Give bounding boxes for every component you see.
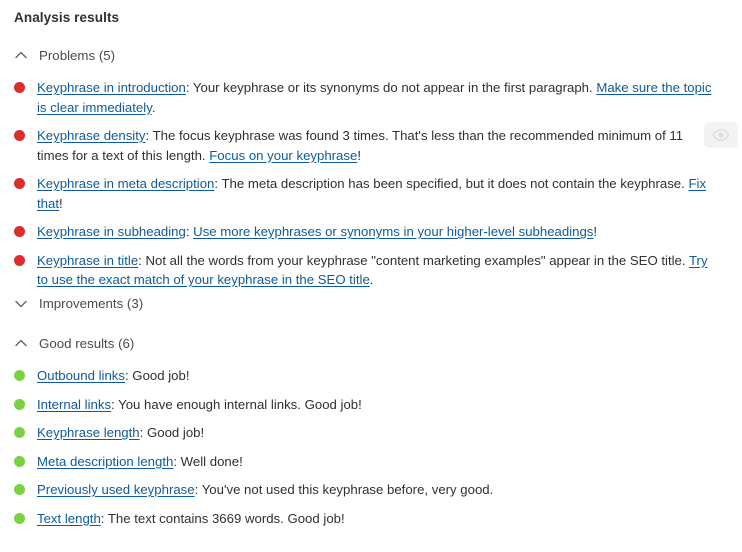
result-text: Outbound links: Good job! <box>37 366 712 386</box>
status-bullet-red <box>14 82 25 93</box>
status-bullet-green <box>14 484 25 495</box>
result-link[interactable]: Keyphrase in title <box>37 253 138 268</box>
list-item: Internal links: You have enough internal… <box>0 395 742 415</box>
section-problems: Problems (5) Keyphrase in introduction: Y… <box>0 45 742 299</box>
list-item: Keyphrase in meta description: The meta … <box>0 174 742 213</box>
list-item: Keyphrase in introduction: Your keyphras… <box>0 78 742 117</box>
results-list-problems: Keyphrase in introduction: Your keyphras… <box>0 78 742 290</box>
chevron-down-icon <box>13 296 29 312</box>
section-label-improvements: Improvements (3) <box>39 295 143 313</box>
status-bullet-green <box>14 427 25 438</box>
result-text: Meta description length: Well done! <box>37 452 712 472</box>
result-text: Internal links: You have enough internal… <box>37 395 712 415</box>
section-label-good-results: Good results (6) <box>39 335 134 353</box>
result-text-fragment: : Your keyphrase or its synonyms do not … <box>186 80 597 95</box>
chevron-up-icon <box>13 48 29 64</box>
result-text-fragment: : The text contains 3669 words. Good job… <box>101 511 345 526</box>
result-link[interactable]: Outbound links <box>37 368 125 383</box>
list-item: Keyphrase density: The focus keyphrase w… <box>0 126 742 165</box>
result-text-fragment: : Good job! <box>125 368 190 383</box>
status-bullet-red <box>14 130 25 141</box>
status-bullet-green <box>14 513 25 524</box>
section-header-improvements[interactable]: Improvements (3) <box>0 293 742 315</box>
result-text: Keyphrase in title: Not all the words fr… <box>37 251 712 290</box>
result-link[interactable]: Keyphrase in meta description <box>37 176 214 191</box>
section-header-good-results[interactable]: Good results (6) <box>0 333 742 355</box>
result-text-fragment: ! <box>59 196 63 211</box>
list-item: Previously used keyphrase: You've not us… <box>0 480 742 500</box>
result-text: Keyphrase length: Good job! <box>37 423 712 443</box>
status-bullet-green <box>14 399 25 410</box>
list-item: Outbound links: Good job! <box>0 366 742 386</box>
results-list-good-results: Outbound links: Good job!Internal links:… <box>0 366 742 528</box>
result-text-fragment: . <box>370 272 374 287</box>
status-bullet-red <box>14 226 25 237</box>
result-text-fragment: : The meta description has been specifie… <box>214 176 688 191</box>
result-link[interactable]: Meta description length <box>37 454 173 469</box>
result-link[interactable]: Focus on your keyphrase <box>209 148 357 163</box>
result-link[interactable]: Previously used keyphrase <box>37 482 195 497</box>
result-text: Keyphrase in meta description: The meta … <box>37 174 712 213</box>
result-text-fragment: : Well done! <box>173 454 242 469</box>
list-item: Keyphrase in subheading: Use more keyphr… <box>0 222 742 242</box>
page-title: Analysis results <box>14 9 119 27</box>
section-label-problems: Problems (5) <box>39 47 115 65</box>
result-text: Text length: The text contains 3669 word… <box>37 509 712 529</box>
result-link[interactable]: Keyphrase in subheading <box>37 224 186 239</box>
result-link[interactable]: Keyphrase length <box>37 425 140 440</box>
status-bullet-green <box>14 456 25 467</box>
section-good-results: Good results (6)Outbound links: Good job… <box>0 333 742 537</box>
result-text-fragment: ! <box>357 148 361 163</box>
spacer <box>0 67 742 78</box>
status-bullet-red <box>14 178 25 189</box>
result-text-fragment: . <box>152 100 156 115</box>
chevron-up-icon <box>13 336 29 352</box>
result-text: Previously used keyphrase: You've not us… <box>37 480 712 500</box>
result-link[interactable]: Use more keyphrases or synonyms in your … <box>193 224 593 239</box>
result-link[interactable]: Internal links <box>37 397 111 412</box>
result-link[interactable]: Keyphrase in introduction <box>37 80 186 95</box>
list-item: Keyphrase length: Good job! <box>0 423 742 443</box>
result-link[interactable]: Text length <box>37 511 101 526</box>
result-text-fragment: ! <box>593 224 597 239</box>
section-header-problems[interactable]: Problems (5) <box>0 45 742 67</box>
result-text: Keyphrase in subheading: Use more keyphr… <box>37 222 712 242</box>
result-link[interactable]: Keyphrase density <box>37 128 146 143</box>
result-text-fragment: : Good job! <box>140 425 205 440</box>
result-text-fragment: : Not all the words from your keyphrase … <box>138 253 689 268</box>
result-text-fragment: : You have enough internal links. Good j… <box>111 397 362 412</box>
status-bullet-red <box>14 255 25 266</box>
list-item: Text length: The text contains 3669 word… <box>0 509 742 529</box>
result-text: Keyphrase density: The focus keyphrase w… <box>37 126 712 165</box>
status-bullet-green <box>14 370 25 381</box>
spacer <box>0 355 742 366</box>
analysis-results-panel: Analysis results Problems (5) Keyphrase i… <box>0 0 742 552</box>
list-item: Meta description length: Well done! <box>0 452 742 472</box>
result-text: Keyphrase in introduction: Your keyphras… <box>37 78 712 117</box>
result-text-fragment: : You've not used this keyphrase before,… <box>195 482 494 497</box>
list-item: Keyphrase in title: Not all the words fr… <box>0 251 742 290</box>
section-improvements: Improvements (3) <box>0 293 742 315</box>
